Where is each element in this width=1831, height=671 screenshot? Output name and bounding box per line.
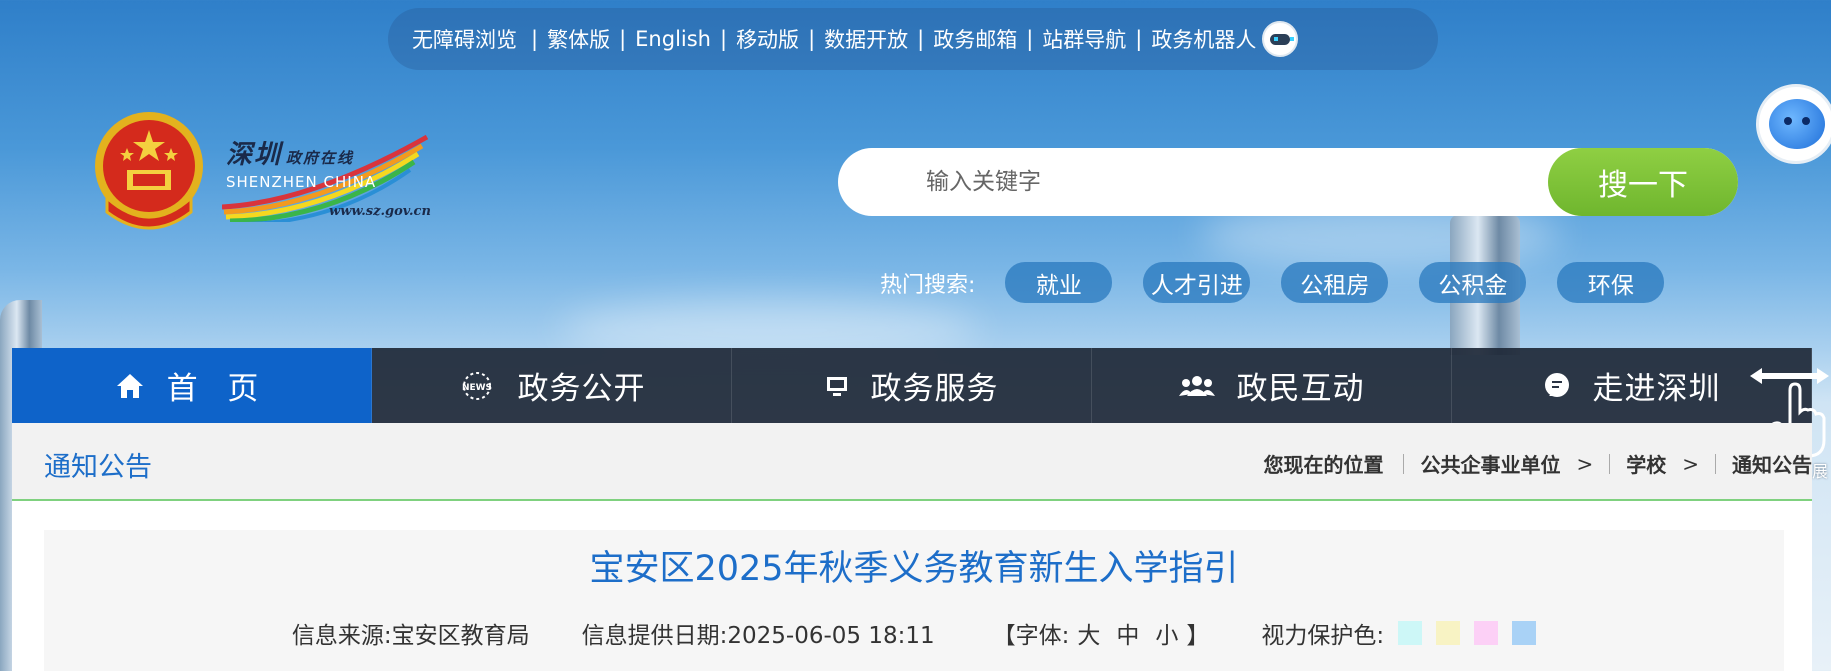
nav-label: 政务公开 — [517, 371, 646, 407]
content-area: 宝安区2025年秋季义务教育新生入学指引 信息来源:宝安区教育局 信息提供日期:… — [12, 501, 1812, 671]
people-icon — [1178, 374, 1215, 398]
nav-label: 走进深圳 — [1592, 371, 1721, 407]
link-gov-robot[interactable]: 政务机器人 — [1151, 24, 1256, 54]
separator: | — [808, 27, 816, 51]
article-panel: 宝安区2025年秋季义务教育新生入学指引 信息来源:宝安区教育局 信息提供日期:… — [44, 530, 1784, 671]
hot-tag[interactable]: 人才引进 — [1143, 262, 1251, 303]
chat-icon — [1543, 372, 1571, 400]
link-english[interactable]: English — [635, 27, 711, 51]
news-icon: NEWS — [458, 371, 496, 401]
font-size-small[interactable]: 小 — [1155, 616, 1178, 650]
breadcrumb-item[interactable]: 公共企事业单位 — [1420, 449, 1560, 478]
site-logo[interactable]: 深圳 政府在线 SHENZHEN CHINA www.sz.gov.cn — [226, 134, 431, 219]
link-traditional[interactable]: 繁体版 — [547, 24, 610, 54]
article-date: 信息提供日期:2025-06-05 18:11 — [581, 623, 935, 649]
separator: | — [719, 27, 728, 51]
nav-label: 政民互动 — [1236, 371, 1365, 407]
logo-url: www.sz.gov.cn — [329, 204, 431, 219]
divider — [1715, 453, 1716, 474]
nav-interaction[interactable]: 政民互动 — [1092, 348, 1452, 423]
assistant-robot-icon[interactable] — [1756, 84, 1831, 164]
hot-search-label: 热门搜索: — [880, 272, 976, 298]
article-meta: 信息来源:宝安区教育局 信息提供日期:2025-06-05 18:11 【字体:… — [44, 616, 1784, 650]
article-title: 宝安区2025年秋季义务教育新生入学指引 — [589, 549, 1239, 589]
link-accessible[interactable]: 无障碍浏览 — [412, 24, 517, 54]
nav-label: 首 页 — [166, 371, 269, 407]
eye-color-swatch[interactable] — [1512, 621, 1537, 645]
breadcrumb-bar: 通知公告 您现在的位置 公共企事业单位 > 学校 > 通知公告 — [12, 423, 1812, 501]
hot-search: 热门搜索: 就业 人才引进 公租房 公积金 环保 — [880, 262, 1695, 303]
font-size-medium[interactable]: 中 — [1116, 616, 1139, 650]
nav-gov-services[interactable]: 政务服务 — [732, 348, 1092, 423]
breadcrumb-item[interactable]: 学校 — [1626, 449, 1666, 478]
eye-color-swatch[interactable] — [1474, 621, 1499, 645]
link-gov-mail[interactable]: 政务邮箱 — [933, 24, 1017, 54]
breadcrumb-separator: > — [1576, 451, 1594, 476]
top-links-bar: 无障碍浏览 | 繁体版 | English | 移动版 | 数据开放 | 政务邮… — [388, 8, 1438, 70]
robot-icon[interactable] — [1262, 21, 1299, 57]
hot-tag[interactable]: 公积金 — [1419, 262, 1527, 303]
separator: | — [531, 27, 539, 51]
font-size-large[interactable]: 大 — [1077, 616, 1100, 650]
logo-cn: 深圳 — [226, 140, 283, 170]
search-button[interactable]: 搜一下 — [1548, 148, 1738, 216]
font-size-open: 【字体: — [992, 623, 1070, 649]
breadcrumb-separator: > — [1682, 451, 1699, 476]
current-location-label: 您现在的位置 — [1263, 453, 1384, 477]
link-open-data[interactable]: 数据开放 — [824, 24, 908, 54]
breadcrumb: 您现在的位置 公共企事业单位 > 学校 > 通知公告 — [1263, 449, 1812, 478]
national-emblem-icon — [95, 112, 203, 230]
home-icon — [115, 372, 145, 400]
font-size-close: 】 — [1186, 623, 1210, 649]
search-box: 搜一下 — [838, 148, 1738, 216]
divider — [1403, 453, 1405, 474]
logo-cn-small: 政府在线 — [286, 149, 355, 167]
nav-label: 政务服务 — [870, 371, 999, 407]
separator: | — [917, 27, 925, 51]
main-nav: 首 页 NEWS 政务公开 政务服务 政民互动 走进深圳 — [12, 348, 1812, 423]
svg-text:NEWS: NEWS — [461, 383, 491, 393]
eye-color-swatch[interactable] — [1398, 621, 1423, 645]
divider — [1609, 453, 1611, 474]
search-input[interactable] — [926, 162, 1526, 202]
separator: | — [1135, 27, 1143, 51]
logo-en: SHENZHEN CHINA — [226, 173, 377, 191]
hot-tag[interactable]: 就业 — [1005, 262, 1113, 303]
separator: | — [619, 27, 627, 51]
link-site-nav[interactable]: 站群导航 — [1042, 24, 1126, 54]
separator: | — [1026, 27, 1034, 51]
eye-color-swatch[interactable] — [1436, 621, 1461, 645]
eye-protect-label: 视力保护色: — [1261, 623, 1385, 649]
breadcrumb-item[interactable]: 通知公告 — [1732, 449, 1812, 478]
link-mobile[interactable]: 移动版 — [736, 24, 799, 54]
nav-home[interactable]: 首 页 — [12, 348, 372, 423]
article-source: 信息来源:宝安区教育局 — [291, 623, 530, 649]
nav-gov-affairs[interactable]: NEWS 政务公开 — [372, 348, 732, 423]
monitor-icon — [825, 374, 849, 398]
hot-tag[interactable]: 公租房 — [1281, 262, 1389, 303]
section-title: 通知公告 — [44, 452, 152, 483]
hot-tag[interactable]: 环保 — [1557, 262, 1665, 303]
